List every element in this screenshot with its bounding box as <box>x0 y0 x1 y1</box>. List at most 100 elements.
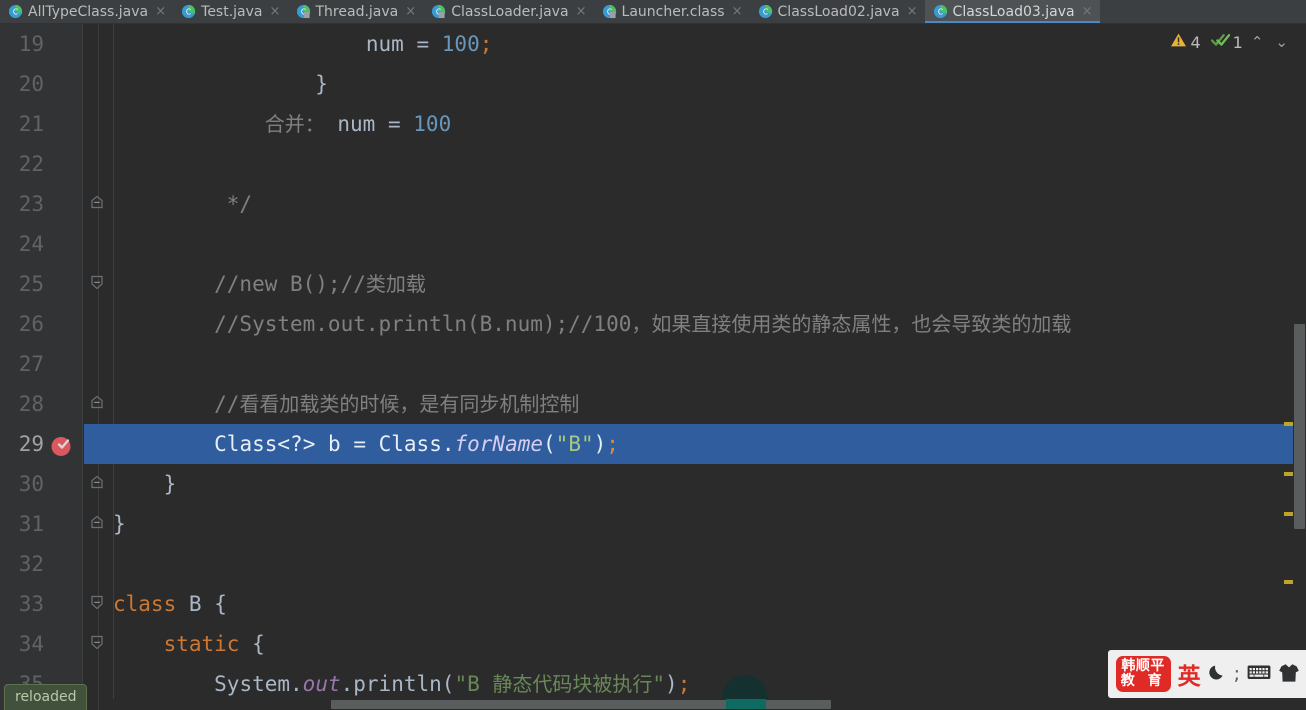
vertical-scrollbar-thumb[interactable] <box>1294 324 1305 529</box>
cursor-blob-underline <box>726 699 766 709</box>
ime-separator: ; <box>1233 663 1240 685</box>
editor-tab-label: Launcher.class <box>621 3 725 20</box>
code-line-text: //System.out.println(B.num);//100，如果直接使用… <box>113 312 1072 336</box>
line-number: 21 <box>18 112 44 136</box>
code-line-29[interactable]: 29 Class<?> b = Class.forName("B"); <box>0 424 1306 464</box>
inspection-ok-count: 1 <box>1232 32 1243 52</box>
java-class-icon: C <box>181 4 196 19</box>
java-library-class-icon: C <box>431 4 446 19</box>
close-icon[interactable]: × <box>907 5 918 18</box>
editor-tab-thread-java[interactable]: C Thread.java × <box>287 0 424 23</box>
java-library-class-icon: C <box>296 4 311 19</box>
brand-logo-line2: 教 育 <box>1120 673 1166 689</box>
code-editor[interactable]: 19 num = 100; 20 } 21 合并： num = 100 22 23 */… <box>0 24 1306 710</box>
code-line-30[interactable]: 30 } <box>0 464 1306 504</box>
code-line-text: static { <box>163 632 265 656</box>
editor-tab-classloader-java[interactable]: C ClassLoader.java × <box>423 0 594 23</box>
close-icon[interactable]: × <box>155 5 166 18</box>
code-line-text: Class<?> b = Class.forName("B"); <box>214 432 619 456</box>
code-line-text: } <box>113 512 126 536</box>
ime-mode-label[interactable]: 英 <box>1178 657 1201 691</box>
fold-marker-end[interactable] <box>90 195 106 212</box>
moon-icon[interactable] <box>1208 663 1227 685</box>
java-library-class-icon: C <box>602 4 617 19</box>
code-line-32[interactable]: 32 <box>0 544 1306 584</box>
ime-toolbar[interactable]: 韩顺平 教 育 英 ; <box>1107 650 1306 698</box>
line-number: 19 <box>18 32 44 56</box>
line-number: 31 <box>18 512 44 536</box>
code-line-24[interactable]: 24 <box>0 224 1306 264</box>
close-icon[interactable]: × <box>732 5 743 18</box>
fold-marker-start[interactable] <box>90 595 106 612</box>
fold-marker-end[interactable] <box>90 475 106 492</box>
editor-tab-test-java[interactable]: C Test.java × <box>173 0 288 23</box>
code-lines[interactable]: 19 num = 100; 20 } 21 合并： num = 100 22 23 */… <box>0 24 1306 710</box>
active-tab-underline <box>924 21 1100 23</box>
idea-editor-window: C AllTypeClass.java × C Test.java × C Thread.ja… <box>0 0 1306 710</box>
skin-shirt-icon[interactable] <box>1278 663 1300 686</box>
vertical-scrollbar[interactable] <box>1293 24 1306 710</box>
line-number: 32 <box>18 552 44 576</box>
line-number: 24 <box>18 232 44 256</box>
close-icon[interactable]: × <box>1082 5 1093 18</box>
code-line-text: num = 100; <box>365 32 493 56</box>
svg-text:C: C <box>13 8 18 17</box>
inspection-ok-icon <box>1210 32 1230 52</box>
chevron-up-icon[interactable]: ⌃ <box>1247 34 1268 50</box>
fold-marker-endarrow[interactable] <box>90 275 106 292</box>
editor-tab-launcher-class[interactable]: C Launcher.class × <box>593 0 750 23</box>
close-icon[interactable]: × <box>405 5 416 18</box>
java-class-icon: C <box>933 4 948 19</box>
close-icon[interactable]: × <box>270 5 281 18</box>
java-class-icon: C <box>8 4 23 19</box>
editor-tab-label: Test.java <box>201 3 263 20</box>
code-line-33[interactable]: 33 class B { <box>0 584 1306 624</box>
line-number: 29 <box>18 432 44 456</box>
code-line-text: System.out.println("B 静态代码块被执行"); <box>214 672 691 696</box>
editor-tab-classload03-java[interactable]: C ClassLoad03.java × <box>924 0 1100 23</box>
inspection-widget[interactable]: 4 1 ⌃ ⌄ <box>1170 32 1292 52</box>
code-line-20[interactable]: 20 } <box>0 64 1306 104</box>
editor-tab-label: AllTypeClass.java <box>28 3 149 20</box>
fold-marker-end[interactable] <box>90 395 106 412</box>
editor-tab-classload02-java[interactable]: C ClassLoad02.java × <box>749 0 925 23</box>
inspection-ok-group[interactable]: 1 <box>1210 32 1243 52</box>
close-icon[interactable]: × <box>576 5 587 18</box>
code-line-text: //new B();//类加载 <box>113 272 426 296</box>
code-line-22[interactable]: 22 <box>0 144 1306 184</box>
code-line-21[interactable]: 21 合并： num = 100 <box>0 104 1306 144</box>
svg-text:C: C <box>937 8 942 17</box>
line-number: 23 <box>18 192 44 216</box>
breakpoint-verified-icon[interactable] <box>50 433 74 457</box>
horizontal-scrollbar[interactable] <box>113 699 1293 710</box>
svg-text:C: C <box>186 8 191 17</box>
warning-triangle-icon <box>1170 32 1187 52</box>
fold-marker-end[interactable] <box>90 515 106 532</box>
line-number: 27 <box>18 352 44 376</box>
editor-tab-label: Thread.java <box>315 3 399 20</box>
code-line-text: */ <box>113 192 253 216</box>
code-line-31[interactable]: 31} <box>0 504 1306 544</box>
line-number: 30 <box>18 472 44 496</box>
reload-toast[interactable]: reloaded <box>4 684 88 710</box>
line-number: 28 <box>18 392 44 416</box>
editor-tab-alltypeclass-java[interactable]: C AllTypeClass.java × <box>0 0 174 23</box>
brand-logo-line1: 韩顺平 <box>1121 658 1165 675</box>
fold-marker-start[interactable] <box>90 635 106 652</box>
code-line-23[interactable]: 23 */ <box>0 184 1306 224</box>
editor-tab-label: ClassLoad02.java <box>777 3 900 20</box>
code-line-25[interactable]: 25 //new B();//类加载 <box>0 264 1306 304</box>
brand-watermark-logo: 韩顺平 教 育 <box>1115 656 1171 692</box>
line-number: 33 <box>18 592 44 616</box>
keyboard-icon[interactable] <box>1247 664 1271 684</box>
warning-group[interactable]: 4 <box>1170 32 1201 52</box>
reload-toast-label: reloaded <box>15 689 77 705</box>
code-line-27[interactable]: 27 <box>0 344 1306 384</box>
code-line-19[interactable]: 19 num = 100; <box>0 24 1306 64</box>
line-number: 20 <box>18 72 44 96</box>
code-line-26[interactable]: 26 //System.out.println(B.num);//100，如果直… <box>0 304 1306 344</box>
code-line-28[interactable]: 28 //看看加载类的时候，是有同步机制控制 <box>0 384 1306 424</box>
line-number: 34 <box>18 632 44 656</box>
line-number: 26 <box>18 312 44 336</box>
chevron-down-icon[interactable]: ⌄ <box>1271 34 1292 50</box>
